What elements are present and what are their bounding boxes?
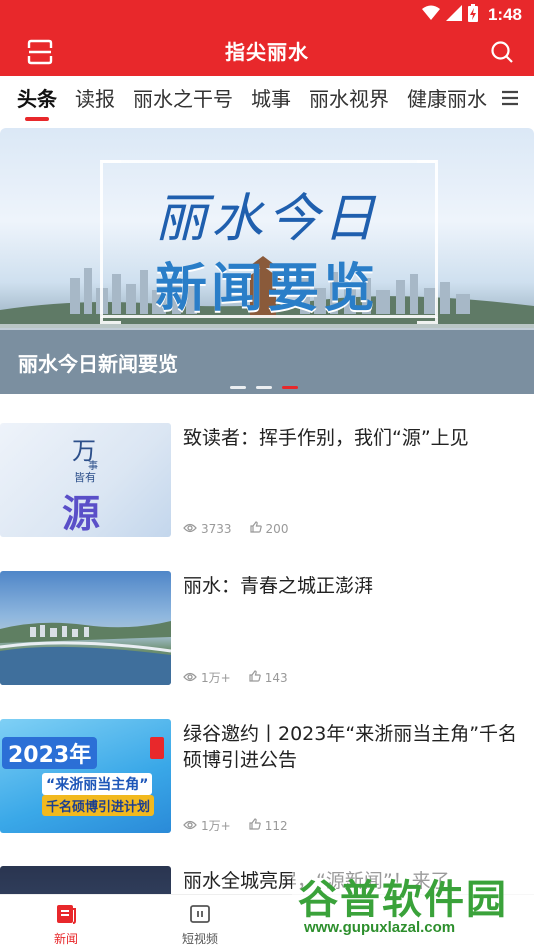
news-item[interactable]: 2023年 “来浙丽当主角” 千名硕博引进计划 绿谷邀约丨2023年“来浙丽当主… [0,719,534,837]
carousel-dot[interactable] [230,386,246,389]
news-meta: 1万+ 112 [183,817,288,834]
news-item[interactable]: 丽水：青春之城正澎湃 1万+ 143 [0,571,534,689]
nav-short-video[interactable]: 短视频 [170,903,230,947]
news-thumbnail: 万 事 皆有 源 [0,423,171,537]
thumbnail-char: 源 [62,491,101,536]
thumbs-up-icon [249,670,261,685]
nav-short-video-label: 短视频 [181,932,218,946]
category-tabs: 头条 读报 丽水之干号 城事 丽水视界 健康丽水 [0,76,534,122]
tab-lishui-vision[interactable]: 丽水视界 [309,79,389,119]
like-count: 200 [265,521,289,536]
like-count: 143 [264,670,288,685]
city-aerial-image [0,621,171,685]
view-count: 3733 [201,521,232,536]
banner-title-line1: 丽水今日 [154,189,379,249]
watermark-url: www.gupuxlazal.com [304,919,456,936]
news-title[interactable]: 丽水：青春之城正澎湃 [183,573,523,599]
watermark: 谷普软件园 www.gupuxlazal.com [292,865,534,950]
thumbnail-line2: 千名硕博引进计划 [42,795,155,816]
video-icon [189,905,211,928]
news-thumbnail [0,866,171,894]
banner-caption[interactable]: 丽水今日新闻要览 [18,348,178,377]
tab-healthy-lishui[interactable]: 健康丽水 [407,79,487,119]
tab-headlines[interactable]: 头条 [17,79,57,121]
eye-icon [183,671,197,685]
news-thumbnail: 2023年 “来浙丽当主角” 千名硕博引进计划 [0,719,171,833]
banner-title-line2: 新闻要览 [154,259,379,319]
news-meta: 3733 200 [183,521,288,536]
status-time: 1:48 [487,5,522,24]
nav-news-label: 新闻 [53,932,78,946]
news-title[interactable]: 致读者：挥手作别，我们“源”上见 [183,425,523,451]
watermark-title: 谷普软件园 [298,877,508,923]
battery-icon [467,3,478,27]
thumbnail-line1: “来浙丽当主角” [42,773,153,795]
carousel-dot[interactable] [256,386,272,389]
tab-lishui-action[interactable]: 丽水之干号 [133,79,233,119]
carousel-dot-active[interactable] [282,386,298,389]
eye-icon [183,522,197,536]
status-bar: 1:48 [421,3,522,27]
app-header: 1:48 指尖丽水 [0,0,534,76]
thumbs-up-icon [249,521,262,536]
news-title[interactable]: 绿谷邀约丨2023年“来浙丽当主角”千名硕博引进公告 [183,721,523,773]
thumbnail-year: 2023年 [2,737,98,769]
tab-city[interactable]: 城事 [251,79,291,119]
thumbnail-decoration [150,737,164,759]
wifi-icon [421,5,440,26]
news-item[interactable]: 万 事 皆有 源 致读者：挥手作别，我们“源”上见 3733 200 [0,423,534,541]
tab-newspaper[interactable]: 读报 [75,79,115,119]
menu-icon[interactable] [500,88,520,108]
news-meta: 1万+ 143 [183,669,288,686]
nav-news[interactable]: 新闻 [36,903,96,947]
page-title: 指尖丽水 [225,40,309,64]
carousel-indicator [230,386,298,389]
news-thumbnail [0,571,171,685]
view-count: 1万+ [201,671,231,685]
search-icon[interactable] [488,38,516,66]
like-count: 112 [264,818,288,833]
view-count: 1万+ [201,819,231,833]
eye-icon [183,819,197,833]
signal-icon [445,4,462,26]
thumbs-up-icon [249,818,261,833]
news-icon [55,905,77,928]
